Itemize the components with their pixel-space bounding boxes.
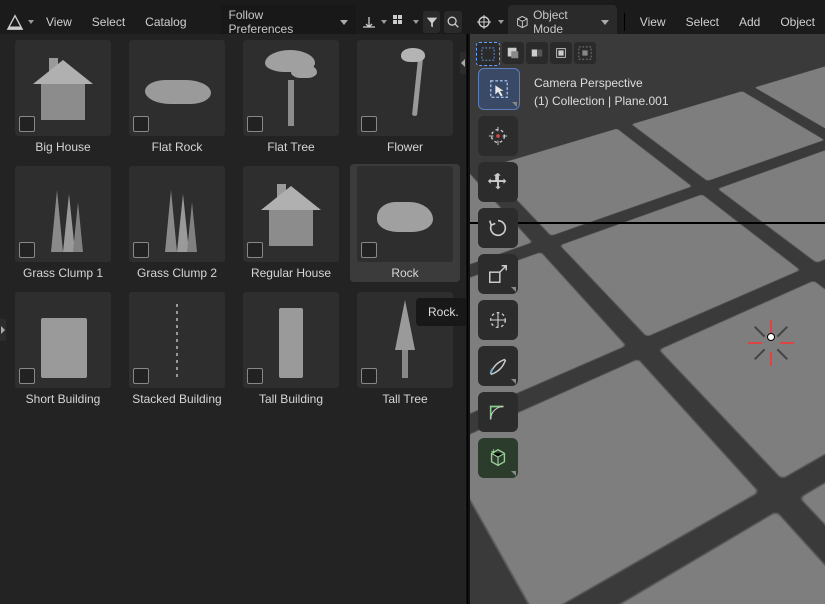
viewport-3d[interactable]: Camera Perspective (1) Collection | Plan… xyxy=(470,34,825,604)
asset-tooltip: Rock. xyxy=(416,298,466,326)
svg-text:+: + xyxy=(491,447,496,456)
asset-label: Stacked Building xyxy=(132,392,221,406)
chevron-down-icon xyxy=(340,20,348,25)
asset-label: Flower xyxy=(387,140,423,154)
asset-menu-catalog[interactable]: Catalog xyxy=(137,12,194,32)
asset-item[interactable]: Short Building xyxy=(8,290,118,408)
cube-icon xyxy=(516,15,529,29)
asset-item[interactable]: Flat Tree xyxy=(236,38,346,156)
viewport-menu-view[interactable]: View xyxy=(632,12,674,32)
tool-transform[interactable] xyxy=(478,300,518,340)
asset-label: Flat Rock xyxy=(152,140,203,154)
select-visibility-toggle[interactable] xyxy=(574,42,596,64)
asset-item[interactable]: Stacked Building xyxy=(122,290,232,408)
search-button[interactable] xyxy=(444,11,462,33)
asset-menu-view[interactable]: View xyxy=(38,12,80,32)
viewport-menu-add[interactable]: Add xyxy=(731,12,768,32)
viewport-horizon-line xyxy=(470,222,825,224)
import-type-icon[interactable] xyxy=(360,11,378,33)
tool-move[interactable] xyxy=(478,162,518,202)
viewport-info-overlay: Camera Perspective (1) Collection | Plan… xyxy=(534,74,669,110)
viewport-header: Object Mode View Select Add Object xyxy=(474,10,823,34)
tool-select-box[interactable] xyxy=(478,68,520,110)
tool-add-primitive[interactable]: + xyxy=(478,438,518,478)
panel-edge-handle[interactable] xyxy=(0,319,6,341)
asset-menu-select[interactable]: Select xyxy=(84,12,133,32)
chevron-down-icon xyxy=(498,20,504,24)
asset-item[interactable]: Grass Clump 2 xyxy=(122,164,232,282)
asset-item[interactable]: Flower xyxy=(350,38,460,156)
asset-item[interactable]: Rock xyxy=(350,164,460,282)
filter-button[interactable] xyxy=(423,11,441,33)
viewport-info-line2: (1) Collection | Plane.001 xyxy=(534,92,669,110)
asset-item[interactable]: Tall Building xyxy=(236,290,346,408)
asset-header: View Select Catalog Follow Preferences xyxy=(6,10,462,34)
asset-label: Flat Tree xyxy=(267,140,314,154)
viewport-menu-select[interactable]: Select xyxy=(678,12,727,32)
tool-measure[interactable] xyxy=(478,392,518,432)
chevron-down-icon xyxy=(28,20,34,24)
asset-grid: Big House Flat Rock Flat Tree Flower Grass C… xyxy=(0,34,466,412)
asset-browser-panel: Big House Flat Rock Flat Tree Flower Grass C… xyxy=(0,34,466,604)
asset-item[interactable]: Big House xyxy=(8,38,118,156)
tool-scale[interactable] xyxy=(478,254,518,294)
asset-label: Rock xyxy=(391,266,418,280)
asset-label: Grass Clump 2 xyxy=(137,266,217,280)
select-all-toggle[interactable] xyxy=(476,42,500,66)
asset-item[interactable]: Grass Clump 1 xyxy=(8,164,118,282)
mode-label: Object Mode xyxy=(533,8,595,36)
asset-label: Big House xyxy=(35,140,90,154)
asset-label: Tall Tree xyxy=(382,392,427,406)
viewport-info-line1: Camera Perspective xyxy=(534,74,669,92)
tool-cursor[interactable] xyxy=(478,116,518,156)
select-visibility-toggle[interactable] xyxy=(502,42,524,64)
chevron-down-icon xyxy=(413,20,419,24)
viewport-background xyxy=(470,34,825,604)
asset-library-label: Follow Preferences xyxy=(229,8,330,36)
display-settings-icon[interactable] xyxy=(391,11,409,33)
viewport-tool-column: + xyxy=(478,68,518,478)
editor-type-icon[interactable] xyxy=(474,11,494,33)
asset-item[interactable]: Flat Rock xyxy=(122,38,232,156)
chevron-down-icon xyxy=(381,20,387,24)
panel-edge-handle[interactable] xyxy=(460,52,466,74)
tool-rotate[interactable] xyxy=(478,208,518,248)
viewport-selectability-row xyxy=(476,42,596,66)
chevron-down-icon xyxy=(601,20,609,25)
editor-type-icon[interactable] xyxy=(6,11,24,33)
select-visibility-toggle[interactable] xyxy=(550,42,572,64)
select-visibility-toggle[interactable] xyxy=(526,42,548,64)
tool-annotate[interactable] xyxy=(478,346,518,386)
asset-label: Regular House xyxy=(251,266,331,280)
asset-label: Tall Building xyxy=(259,392,323,406)
asset-item[interactable]: Regular House xyxy=(236,164,346,282)
asset-label: Grass Clump 1 xyxy=(23,266,103,280)
separator xyxy=(624,13,625,31)
asset-label: Short Building xyxy=(26,392,101,406)
viewport-menu-object[interactable]: Object xyxy=(772,12,823,32)
